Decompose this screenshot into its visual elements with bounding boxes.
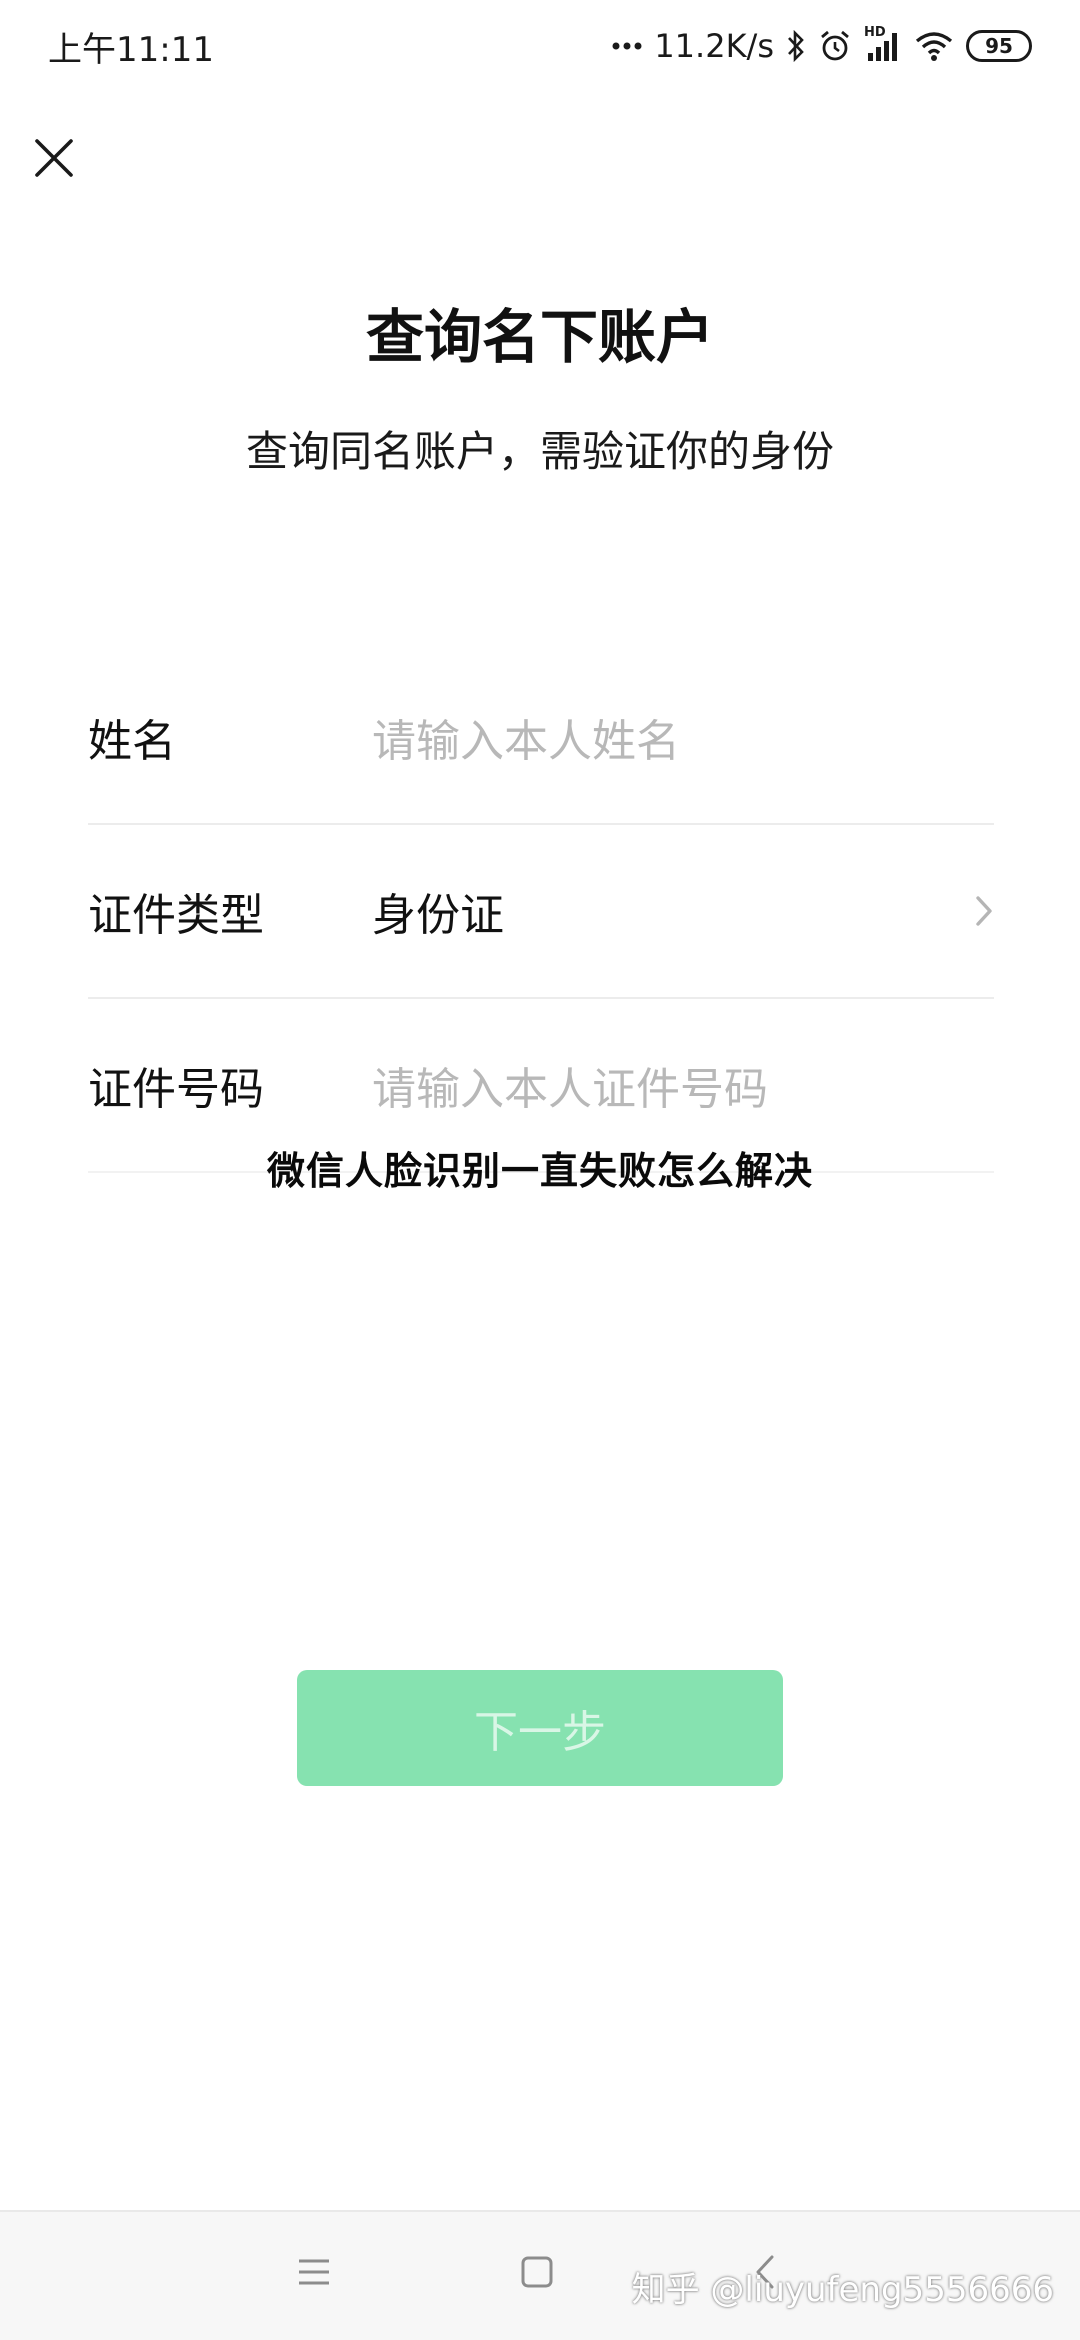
name-label: 姓名	[88, 715, 176, 767]
id-type-row[interactable]: 证件类型 身份证	[88, 824, 994, 999]
next-button[interactable]: 下一步	[297, 1670, 783, 1786]
status-time: 上午11:11	[48, 29, 214, 70]
page-subtitle: 查询同名账户，需验证你的身份	[245, 427, 834, 476]
status-bar: 上午11:11 11.2K/s HD 95	[0, 0, 1080, 92]
dots-icon	[612, 41, 642, 51]
page-title: 查询名下账户	[365, 303, 714, 371]
home-button[interactable]	[507, 2242, 567, 2302]
bluetooth-icon	[786, 29, 806, 63]
id-type-value: 身份证	[372, 889, 504, 941]
network-speed: 11.2K/s	[654, 27, 774, 65]
overlay-caption: 微信人脸识别一直失败怎么解决	[266, 1149, 813, 1193]
id-type-label: 证件类型	[88, 889, 264, 941]
hd-label: HD	[864, 25, 886, 40]
id-number-label: 证件号码	[88, 1063, 264, 1115]
menu-icon	[299, 2259, 329, 2285]
close-button[interactable]	[26, 130, 82, 186]
home-icon	[521, 2256, 553, 2288]
watermark: 知乎 @liuyufeng5556666	[631, 2270, 1054, 2310]
close-icon	[35, 139, 73, 177]
battery-icon: 95	[966, 30, 1032, 62]
wifi-icon	[914, 30, 954, 62]
id-number-input[interactable]: 请输入本人证件号码	[372, 1053, 994, 1117]
chevron-right-icon	[964, 894, 994, 928]
menu-button[interactable]	[284, 2242, 344, 2302]
name-input[interactable]: 请输入本人姓名	[372, 705, 994, 769]
status-icons: 11.2K/s HD 95	[612, 25, 1032, 65]
signal-icon: HD	[864, 25, 902, 63]
name-row: 姓名 请输入本人姓名	[88, 650, 994, 825]
page: 上午11:11 11.2K/s HD 95 查询名下账户 查询同名账户，需验证你…	[0, 0, 1080, 2340]
battery-level: 95	[985, 34, 1013, 58]
alarm-icon	[818, 29, 852, 63]
